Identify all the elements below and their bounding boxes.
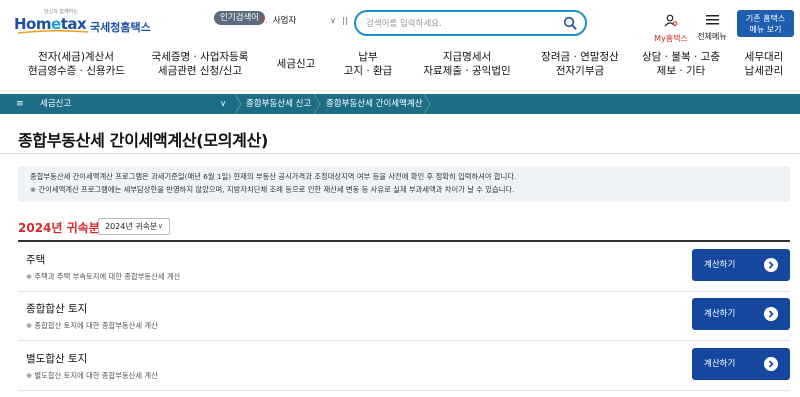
all-menu-label: 전체메뉴	[697, 32, 727, 41]
arrow-right-circle-icon	[764, 357, 778, 371]
gnb-item-line2: 자료제출 · 공익법인	[423, 65, 511, 77]
year-select-value: 2024년 귀속분	[105, 222, 158, 231]
all-menu-button[interactable]: 전체메뉴	[695, 14, 729, 42]
chevron-down-icon: ∨	[157, 222, 163, 230]
global-nav: 전자(세금)계산서 현금영수증 · 신용카드 국세증명 · 사업자등록 세금관련…	[0, 50, 800, 78]
gnb-item-line2: 납세관리	[744, 65, 784, 77]
gnb-item-line1: 국세증명 · 사업자등록	[151, 51, 249, 63]
notice-line2: ※ 간이세액계산 프로그램에는 세부담상한을 반영하지 않았으며, 지방자치단체…	[30, 185, 515, 194]
breadcrumb-separator-icon	[234, 94, 242, 114]
gnb-item-certificates[interactable]: 국세증명 · 사업자등록 세금관련 신청/신고	[148, 50, 252, 78]
tax-item-name: 종합합산 토지	[26, 303, 88, 315]
page-title: 종합부동산세 간이세액계산(모의계산)	[18, 131, 269, 150]
hamburger-icon	[705, 15, 719, 25]
calculate-button[interactable]: 계산하기	[692, 298, 790, 330]
popular-term[interactable]: 사업자	[273, 16, 296, 26]
menu-lines-icon[interactable]: ≡	[16, 94, 24, 114]
gnb-item-line1: 세무대리	[744, 51, 784, 63]
search-box	[354, 10, 587, 36]
gnb-item-line2: 세금관련 신청/신고	[157, 65, 243, 77]
my-hometax-label: My홈택스	[654, 34, 688, 43]
gnb-item-line1: 지급명세서	[442, 51, 492, 63]
gnb-item-line1: 납부	[358, 51, 378, 63]
breadcrumb-level2[interactable]: 종합부동산세 신고	[246, 94, 311, 114]
year-label: 2024년 귀속분	[18, 221, 100, 235]
calculate-button[interactable]: 계산하기	[692, 348, 790, 380]
popular-search-badge: 인기검색어	[214, 11, 266, 25]
chevron-down-icon[interactable]: ∨	[220, 94, 226, 114]
section-divider	[18, 240, 790, 242]
chevron-down-icon[interactable]: ∨	[330, 12, 336, 30]
gnb-item-line2: 제보 · 기타	[656, 65, 706, 77]
popular-search-ticker[interactable]: 7. 사업자 ∨ | |	[260, 12, 348, 30]
old-menu-line1: 기존 홈택스	[745, 14, 786, 23]
tax-item-name: 별도합산 토지	[26, 353, 88, 365]
notice-line1: 종합부동산세 간이세액계산 프로그램은 과세기준일(매년 6월 1일) 현재의 …	[30, 172, 517, 181]
my-hometax-link[interactable]: My홈택스	[652, 14, 690, 44]
user-icon	[664, 14, 678, 27]
logo-swoosh-icon	[18, 30, 88, 34]
search-input[interactable]	[366, 16, 556, 31]
logo-tagline: 당신과 함께하는	[44, 9, 78, 15]
calculate-button[interactable]: 계산하기	[692, 249, 790, 281]
gnb-item-line1: 장려금 · 연말정산	[541, 51, 619, 63]
breadcrumb: ≡ 세금신고 ∨ 종합부동산세 신고 종합부동산세 간이세액계산	[0, 94, 800, 114]
notice-box: 종합부동산세 간이세액계산 프로그램은 과세기준일(매년 6월 1일) 현재의 …	[18, 166, 790, 202]
gnb-item-consultation[interactable]: 상담 · 불복 · 고충 제보 · 기타	[640, 50, 722, 78]
tax-item-desc: ※ 주택과 주택 부속토지에 대한 종합부동산세 계산	[26, 272, 181, 281]
gnb-item-line1: 세금신고	[276, 58, 316, 70]
gnb-item-payment-statement[interactable]: 지급명세서 자료제출 · 공익법인	[418, 50, 516, 78]
site-header: 당신과 함께하는 Hometax 국세청홈택스 인기검색어 7. 사업자 ∨ |…	[0, 0, 800, 91]
tax-item-row: 주택 ※ 주택과 주택 부속토지에 대한 종합부동산세 계산 계산하기	[18, 244, 790, 292]
breadcrumb-separator-icon	[313, 94, 321, 114]
hometax-logo[interactable]: 당신과 함께하는 Hometax 국세청홈택스	[14, 8, 151, 36]
year-select[interactable]: 2024년 귀속분 ∨	[98, 218, 170, 235]
calculate-button-label: 계산하기	[704, 359, 736, 369]
old-menu-button[interactable]: 기존 홈택스 메뉴 보기	[737, 10, 794, 37]
tax-item-row: 별도합산 토지 ※ 별도합산 토지에 대한 종합부동산세 계산 계산하기	[18, 343, 790, 391]
title-divider	[0, 153, 800, 154]
breadcrumb-separator-icon	[423, 94, 431, 114]
gnb-item-line1: 상담 · 불복 · 고충	[642, 51, 720, 63]
search-icon[interactable]	[563, 16, 577, 30]
gnb-item-e-invoice[interactable]: 전자(세금)계산서 현금영수증 · 신용카드	[28, 50, 125, 78]
old-menu-line2: 메뉴 보기	[749, 25, 782, 34]
gnb-item-line2: 전자기부금	[555, 65, 605, 77]
agency-name: 국세청홈택스	[90, 21, 151, 34]
breadcrumb-level3[interactable]: 종합부동산세 간이세액계산	[326, 94, 423, 114]
gnb-item-payment[interactable]: 납부 고지 · 환급	[340, 50, 396, 78]
arrow-right-circle-icon	[764, 307, 778, 321]
calculate-button-label: 계산하기	[704, 260, 736, 270]
tax-item-row: 종합합산 토지 ※ 종합합산 토지에 대한 종합부동산세 계산 계산하기	[18, 293, 790, 341]
gnb-item-line1: 전자(세금)계산서	[38, 51, 114, 63]
breadcrumb-level1[interactable]: 세금신고	[40, 94, 71, 114]
gnb-item-incentives[interactable]: 장려금 · 연말정산 전자기부금	[535, 50, 625, 78]
tax-item-desc: ※ 별도합산 토지에 대한 종합부동산세 계산	[26, 371, 158, 380]
tax-item-name: 주택	[26, 254, 46, 266]
arrow-right-circle-icon	[764, 258, 778, 272]
tax-item-desc: ※ 종합합산 토지에 대한 종합부동산세 계산	[26, 321, 158, 330]
gnb-item-tax-agent[interactable]: 세무대리 납세관리	[738, 50, 790, 78]
gnb-item-line2: 현금영수증 · 신용카드	[28, 65, 125, 77]
gnb-item-tax-filing[interactable]: 세금신고	[270, 57, 322, 71]
popular-rank: 7.	[260, 16, 269, 26]
calculate-button-label: 계산하기	[704, 309, 736, 319]
pause-icon[interactable]: | |	[342, 12, 348, 30]
gnb-item-line2: 고지 · 환급	[343, 65, 393, 77]
